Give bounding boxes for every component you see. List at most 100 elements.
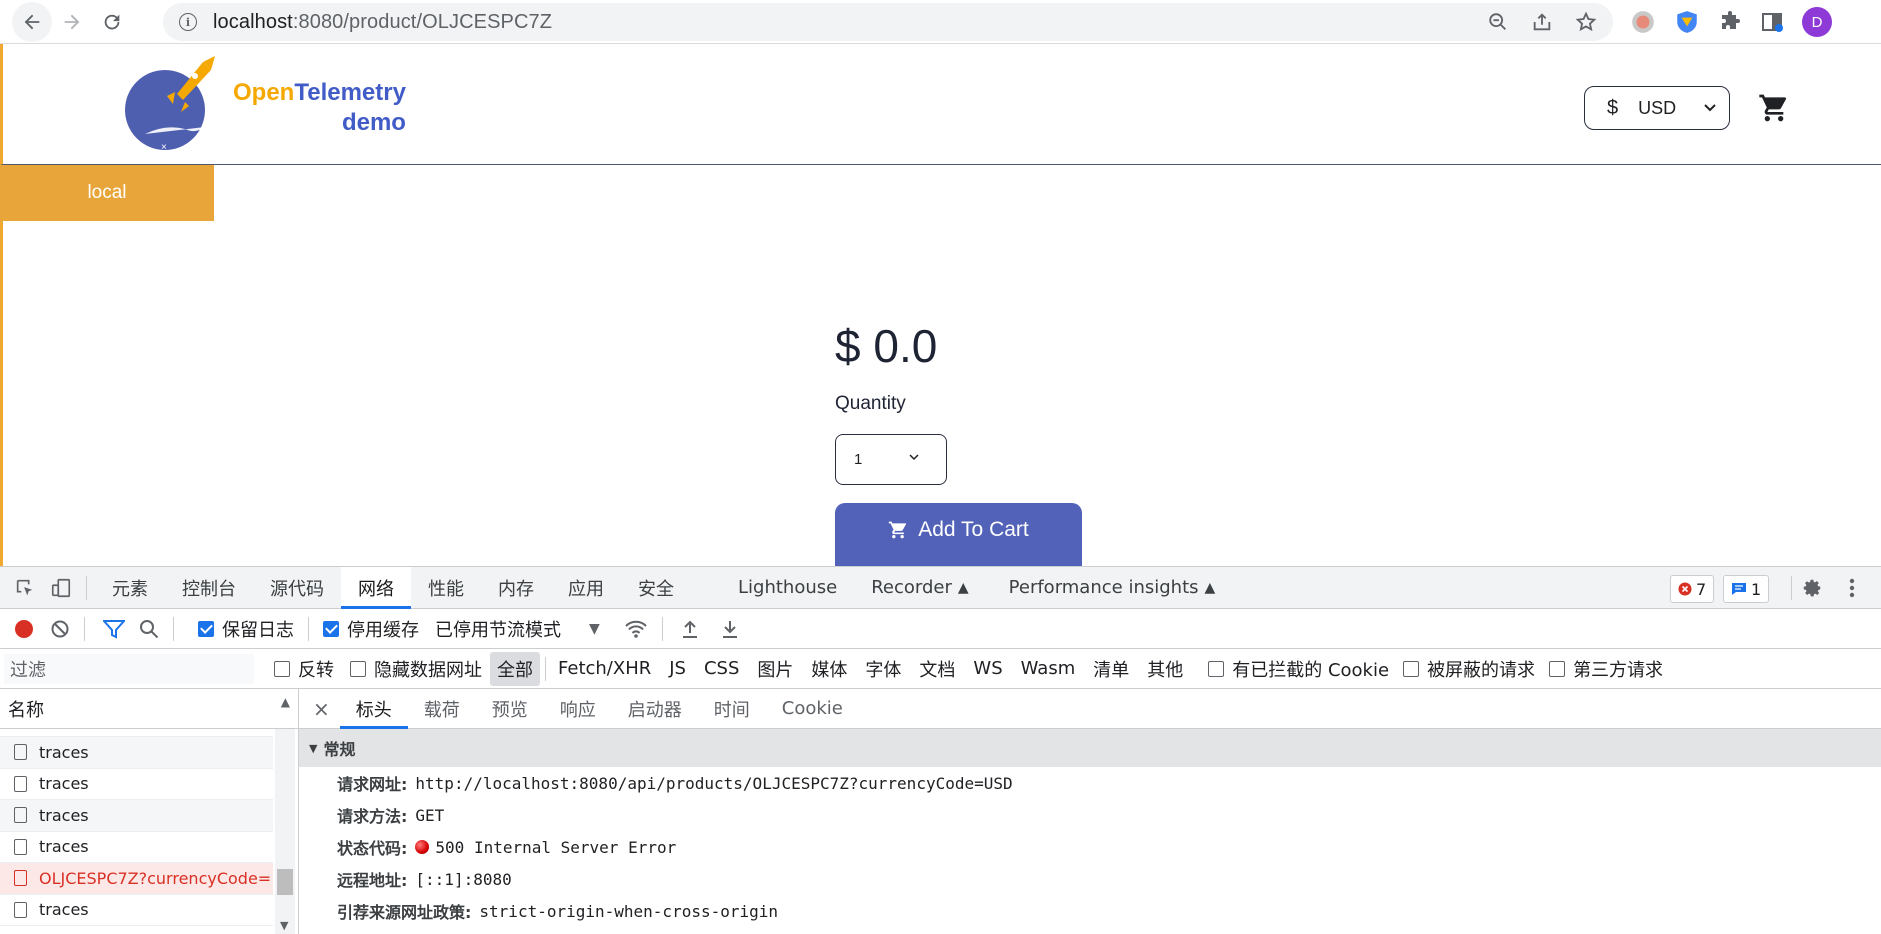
request-row-selected-error[interactable]: OLJCESPC7Z?currencyCode= <box>0 863 273 895</box>
close-detail-button[interactable]: × <box>299 697 340 721</box>
request-row[interactable]: traces <box>0 737 273 769</box>
export-har-icon[interactable] <box>721 619 739 639</box>
tab-console[interactable]: 控制台 <box>165 567 253 609</box>
tab-payload[interactable]: 载荷 <box>408 689 476 729</box>
forward-button[interactable] <box>52 2 92 42</box>
checkbox[interactable] <box>274 660 290 677</box>
checkbox[interactable] <box>1549 660 1566 677</box>
tab-recorder[interactable]: Recorder ▲ <box>854 567 985 609</box>
tab-performance-insights[interactable]: Performance insights ▲ <box>992 567 1233 609</box>
document-icon <box>14 901 27 918</box>
import-har-icon[interactable] <box>681 619 699 639</box>
side-panel-icon[interactable] <box>1760 10 1784 34</box>
request-row[interactable]: traces <box>0 895 273 926</box>
request-row[interactable]: traces <box>0 800 273 832</box>
blocked-cookies-checkbox[interactable]: 有已拦截的 Cookie <box>1208 656 1389 682</box>
device-toolbar-icon[interactable] <box>50 577 72 599</box>
tab-security[interactable]: 安全 <box>621 567 691 609</box>
filter-type-fetch-xhr[interactable]: Fetch/XHR <box>551 654 658 683</box>
devtools-panel: 元素 控制台 源代码 网络 性能 内存 应用 安全 Lighthouse Rec… <box>0 566 1881 934</box>
site-header: × × OpenTelemetry demo $ USD <box>0 44 1881 165</box>
preserve-log-checkbox[interactable]: 保留日志 <box>198 616 294 642</box>
share-icon[interactable] <box>1531 11 1553 33</box>
extension-shield-icon[interactable] <box>1674 9 1700 35</box>
request-row[interactable]: traces <box>0 832 273 863</box>
general-section-header[interactable]: ▼ 常规 <box>299 729 1881 767</box>
inspect-element-icon[interactable] <box>14 577 36 599</box>
tab-preview[interactable]: 预览 <box>476 689 544 729</box>
third-party-checkbox[interactable]: 第三方请求 <box>1549 656 1663 682</box>
request-row[interactable]: traces <box>0 769 273 800</box>
tab-headers[interactable]: 标头 <box>339 689 408 729</box>
separator <box>545 656 546 681</box>
tab-sources[interactable]: 源代码 <box>253 567 341 609</box>
filter-icon[interactable] <box>103 619 125 639</box>
filter-type-js[interactable]: JS <box>662 654 693 683</box>
more-options-icon[interactable] <box>1848 577 1856 599</box>
settings-gear-icon[interactable] <box>1801 577 1823 599</box>
scroll-down-icon[interactable]: ▼ <box>280 919 288 932</box>
tab-cookies[interactable]: Cookie <box>766 689 859 729</box>
checkbox[interactable] <box>1403 660 1420 677</box>
filter-input[interactable]: 过滤 <box>4 653 254 684</box>
back-button[interactable] <box>12 1 52 42</box>
filter-type-media[interactable]: 媒体 <box>804 652 854 686</box>
filter-type-ws[interactable]: WS <box>966 654 1009 683</box>
filter-type-wasm[interactable]: Wasm <box>1014 654 1083 683</box>
currency-select[interactable]: $ USD <box>1584 86 1730 130</box>
disable-cache-checkbox[interactable]: 停用缓存 <box>323 616 419 642</box>
tab-initiator[interactable]: 启动器 <box>612 689 698 729</box>
error-count-badge[interactable]: 7 <box>1670 575 1715 603</box>
extension-record-icon[interactable] <box>1630 9 1656 35</box>
svg-text:×: × <box>133 74 139 85</box>
checkbox[interactable] <box>350 660 366 677</box>
hide-data-urls-checkbox[interactable]: 隐藏数据网址 <box>350 656 482 682</box>
filter-type-font[interactable]: 字体 <box>858 652 908 686</box>
rocket-logo-icon[interactable]: × × <box>115 54 220 154</box>
tab-timing[interactable]: 时间 <box>698 689 766 729</box>
search-icon[interactable] <box>139 619 159 639</box>
extensions-puzzle-icon[interactable] <box>1718 10 1742 34</box>
message-count-badge[interactable]: 1 <box>1723 575 1770 603</box>
tab-elements[interactable]: 元素 <box>95 567 165 609</box>
scrollbar-thumb[interactable] <box>277 869 293 895</box>
filter-type-all[interactable]: 全部 <box>490 651 540 686</box>
site-info-icon[interactable]: i <box>179 13 197 31</box>
zoom-out-icon[interactable] <box>1487 11 1509 33</box>
tab-response[interactable]: 响应 <box>544 689 612 729</box>
add-to-cart-button[interactable]: Add To Cart <box>835 503 1082 567</box>
filter-type-manifest[interactable]: 清单 <box>1086 652 1136 686</box>
blocked-requests-checkbox[interactable]: 被屏蔽的请求 <box>1403 656 1535 682</box>
checkbox[interactable] <box>1208 660 1225 677</box>
tab-memory[interactable]: 内存 <box>481 567 551 609</box>
address-bar[interactable]: i localhost:8080/product/OLJCESPC7Z <box>163 3 1613 41</box>
tab-performance[interactable]: 性能 <box>411 567 481 609</box>
opentelemetry-logo-text[interactable]: OpenTelemetry demo <box>233 78 406 138</box>
filter-type-doc[interactable]: 文档 <box>912 652 962 686</box>
document-icon <box>14 870 27 887</box>
quantity-select[interactable]: 1 <box>835 434 947 485</box>
tab-application[interactable]: 应用 <box>551 567 621 609</box>
filter-type-css[interactable]: CSS <box>697 654 746 683</box>
checkbox-checked[interactable] <box>323 620 339 637</box>
sort-arrow-icon: ▲ <box>280 695 290 709</box>
shopping-cart-icon[interactable] <box>1758 92 1790 124</box>
filter-type-other[interactable]: 其他 <box>1140 652 1190 686</box>
name-column-header[interactable]: 名称 ▲ <box>0 689 298 729</box>
tab-lighthouse[interactable]: Lighthouse <box>721 567 854 609</box>
record-icon[interactable] <box>14 619 34 639</box>
filter-type-img[interactable]: 图片 <box>750 652 800 686</box>
invert-checkbox[interactable]: 反转 <box>274 656 334 682</box>
request-list-scrollbar[interactable]: ▼ <box>275 729 295 934</box>
profile-avatar[interactable]: D <box>1802 7 1832 37</box>
flask-icon: ▲ <box>957 579 969 596</box>
reload-button[interactable] <box>92 2 132 42</box>
network-conditions-icon[interactable] <box>624 619 648 639</box>
clear-icon[interactable] <box>50 619 70 639</box>
checkbox-checked[interactable] <box>198 620 214 637</box>
detail-tab-bar: × 标头 载荷 预览 响应 启动器 时间 Cookie <box>299 689 1881 729</box>
quantity-label: Quantity <box>835 393 906 414</box>
bookmark-star-icon[interactable] <box>1575 11 1597 33</box>
tab-network[interactable]: 网络 <box>341 566 411 609</box>
throttling-select[interactable]: 已停用节流模式 ▼ <box>435 616 600 642</box>
